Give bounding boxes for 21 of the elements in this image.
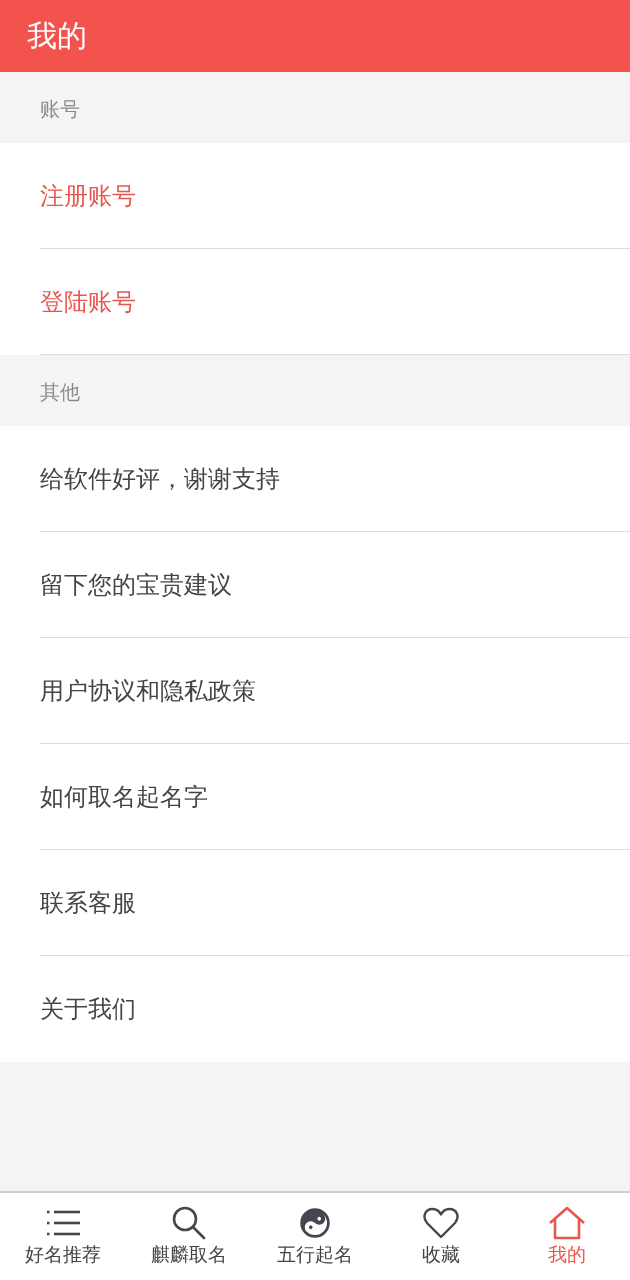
- menu-item[interactable]: 注册账号: [0, 143, 630, 249]
- menu-item[interactable]: 用户协议和隐私政策: [0, 638, 630, 744]
- page-title: 我的: [27, 21, 87, 51]
- menu-item[interactable]: 留下您的宝贵建议: [0, 532, 630, 638]
- tab-item[interactable]: 五行起名: [252, 1193, 378, 1280]
- menu-item[interactable]: 给软件好评，谢谢支持: [0, 426, 630, 532]
- menu-item[interactable]: 关于我们: [0, 956, 630, 1062]
- section-label: 其他: [40, 381, 80, 402]
- tab-item[interactable]: 麒麟取名: [126, 1193, 252, 1280]
- tab-item[interactable]: 我的: [504, 1193, 630, 1280]
- menu-item[interactable]: 如何取名起名字: [0, 744, 630, 850]
- menu-item[interactable]: 联系客服: [0, 850, 630, 956]
- home-icon: [548, 1206, 586, 1240]
- section-label: 账号: [40, 98, 80, 119]
- tab-item[interactable]: 收藏: [378, 1193, 504, 1280]
- heart-icon: [423, 1207, 459, 1239]
- menu-item[interactable]: 登陆账号: [0, 249, 630, 355]
- tab-item[interactable]: 好名推荐: [0, 1193, 126, 1280]
- list-icon: [46, 1209, 80, 1237]
- yin-yang-icon: [300, 1208, 330, 1238]
- search-icon: [172, 1206, 206, 1240]
